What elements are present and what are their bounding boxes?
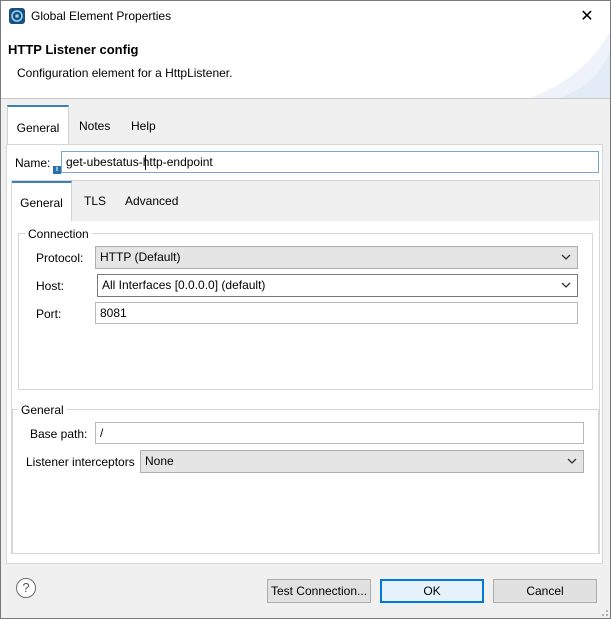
host-label: Host:: [36, 279, 65, 293]
protocol-label: Protocol:: [36, 251, 84, 265]
header-title: HTTP Listener config: [8, 42, 139, 57]
inner-tab-general[interactable]: General: [12, 181, 72, 221]
tab-notes[interactable]: Notes: [79, 105, 110, 145]
protocol-value: HTTP (Default): [100, 250, 181, 264]
inner-tab-advanced[interactable]: Advanced: [125, 181, 178, 221]
tab-help[interactable]: Help: [131, 105, 156, 145]
chevron-down-icon[interactable]: [561, 282, 571, 289]
close-icon[interactable]: ✕: [564, 1, 610, 32]
tab-general[interactable]: General: [7, 105, 69, 146]
listener-interceptors-label: Listener interceptors: [26, 455, 135, 469]
host-value: All Interfaces [0.0.0.0] (default): [102, 278, 266, 292]
name-label: Name:: [15, 156, 51, 170]
cancel-button[interactable]: Cancel: [493, 579, 597, 603]
app-icon: [9, 8, 25, 24]
port-input[interactable]: 8081: [95, 302, 578, 324]
general-group-title: General: [18, 403, 67, 417]
ok-button[interactable]: OK: [380, 579, 484, 603]
outer-tab-bar: General Notes Help: [7, 105, 605, 146]
name-input[interactable]: get-ubestatus-http-endpoint: [61, 151, 599, 173]
header-description: Configuration element for a HttpListener…: [17, 66, 233, 80]
help-icon[interactable]: ?: [16, 578, 36, 598]
listener-interceptors-value: None: [145, 454, 174, 468]
listener-interceptors-select[interactable]: None: [140, 450, 584, 473]
protocol-select[interactable]: HTTP (Default): [95, 246, 578, 269]
window-title: Global Element Properties: [31, 9, 172, 23]
host-combo[interactable]: All Interfaces [0.0.0.0] (default): [97, 274, 578, 297]
resize-grip-icon[interactable]: [599, 607, 609, 617]
title-bar: Global Element Properties ✕: [1, 1, 610, 32]
chevron-down-icon: [567, 458, 577, 464]
port-label: Port:: [36, 307, 62, 321]
header-banner-graphic: [530, 32, 610, 98]
inner-tab-bar: General TLS Advanced: [12, 181, 599, 221]
dialog-header: HTTP Listener config Configuration eleme…: [1, 32, 610, 99]
base-path-input[interactable]: /: [95, 422, 584, 444]
text-caret: [145, 155, 146, 170]
info-icon: i: [53, 166, 61, 174]
inner-tab-tls[interactable]: TLS: [84, 181, 106, 221]
chevron-down-icon: [561, 254, 571, 260]
base-path-label: Base path:: [30, 427, 88, 441]
test-connection-button[interactable]: Test Connection...: [267, 579, 371, 603]
connection-group-title: Connection: [25, 227, 92, 241]
